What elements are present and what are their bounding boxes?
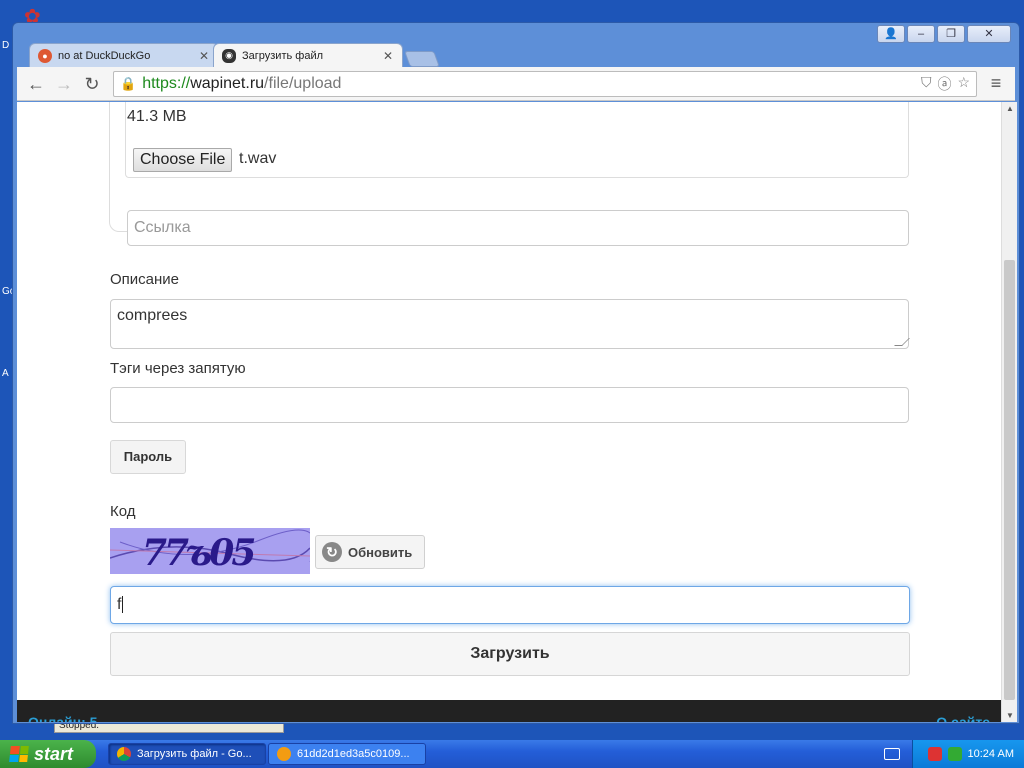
captcha-code-value: f xyxy=(117,596,122,613)
close-icon[interactable]: ✕ xyxy=(967,25,1011,43)
scroll-up-icon[interactable]: ▲ xyxy=(1006,104,1014,113)
translate-icon[interactable]: ⓐ xyxy=(937,74,951,94)
windows-flag-icon xyxy=(9,746,29,762)
captcha-image: 77ъ05 xyxy=(110,528,310,574)
start-label: start xyxy=(34,744,74,764)
refresh-captcha-button[interactable]: ↻ Обновить xyxy=(315,535,425,569)
url-path: /file/upload xyxy=(264,74,342,92)
shield-icon[interactable]: ⛉ xyxy=(921,74,932,94)
tab-upload[interactable]: ◉ Загрузить файл ✕ xyxy=(213,43,403,67)
network-icon[interactable] xyxy=(947,747,962,761)
menu-icon[interactable]: ≡ xyxy=(983,73,1009,94)
bookmark-star-icon[interactable]: ☆ xyxy=(957,74,970,94)
description-value: comprees xyxy=(117,307,188,324)
tab-title: Загрузить файл xyxy=(242,49,324,62)
back-arrow-icon[interactable]: ← xyxy=(23,71,49,97)
tags-input[interactable] xyxy=(110,387,909,423)
taskbar: start Загрузить файл - Go... 61dd2d1ed3a… xyxy=(0,740,1024,768)
antivirus-icon[interactable] xyxy=(927,747,942,761)
site-footer: Онлайн: 5 О сайте xyxy=(17,700,1001,722)
tab-close-icon[interactable]: ✕ xyxy=(198,49,210,63)
restore-icon[interactable]: ❐ xyxy=(937,25,965,43)
page-viewport: 41.3 MB Choose File t.wav Ссылка Описани… xyxy=(17,102,1001,722)
browser-window: 👤 – ❐ ✕ ● no at DuckDuckGo ✕ ◉ Загрузить… xyxy=(12,22,1020,724)
chrome-icon xyxy=(117,747,131,761)
user-icon[interactable]: 👤 xyxy=(877,25,905,43)
tab-duckduckgo[interactable]: ● no at DuckDuckGo ✕ xyxy=(29,43,219,67)
description-textarea[interactable]: comprees xyxy=(110,299,910,349)
file-size-text: 41.3 MB xyxy=(127,108,187,125)
online-count-link[interactable]: Онлайн: 5 xyxy=(28,714,97,722)
reload-icon[interactable]: ↻ xyxy=(79,71,105,97)
minimize-icon[interactable]: – xyxy=(907,25,935,43)
audio-file-icon xyxy=(277,747,291,761)
address-bar[interactable]: 🔒 https://wapinet.ru/file/upload ⛉ ⓐ ☆ xyxy=(113,70,977,97)
refresh-icon: ↻ xyxy=(322,542,342,562)
upload-submit-button[interactable]: Загрузить xyxy=(110,632,910,676)
refresh-label: Обновить xyxy=(348,544,413,560)
tab-title: no at DuckDuckGo xyxy=(58,49,151,62)
new-tab-button[interactable] xyxy=(404,51,440,67)
browser-toolbar: ← → ↻ 🔒 https://wapinet.ru/file/upload ⛉… xyxy=(17,67,1015,101)
tab-close-icon[interactable]: ✕ xyxy=(382,49,394,63)
chosen-file-name: t.wav xyxy=(239,150,277,167)
lock-icon: 🔒 xyxy=(120,75,137,91)
url-host: wapinet.ru xyxy=(190,74,265,92)
link-input[interactable]: Ссылка xyxy=(127,210,909,246)
vertical-scrollbar[interactable]: ▲ ▼ xyxy=(1001,102,1017,722)
duckduckgo-icon: ● xyxy=(38,48,52,63)
description-label: Описание xyxy=(110,271,180,288)
scroll-down-icon[interactable]: ▼ xyxy=(1006,711,1014,720)
desktop-icon-label[interactable]: D xyxy=(2,40,9,51)
window-controls: 👤 – ❐ ✕ xyxy=(877,25,1011,43)
omnibox-actions: ⛉ ⓐ ☆ xyxy=(921,74,970,94)
scroll-thumb[interactable] xyxy=(1004,260,1015,700)
url-scheme: https:// xyxy=(142,74,191,92)
page-content: 41.3 MB Choose File t.wav Ссылка Описани… xyxy=(17,102,1001,722)
clock: 10:24 AM xyxy=(967,748,1014,760)
taskbar-item-label: 61dd2d1ed3a5c0109... xyxy=(297,748,410,760)
text-caret: ​ xyxy=(122,596,124,613)
resize-grip-icon[interactable] xyxy=(894,338,910,346)
start-button[interactable]: start xyxy=(0,740,96,768)
captcha-code-input[interactable]: f​ xyxy=(110,586,910,624)
desktop-icon-label[interactable]: A xyxy=(2,368,9,379)
choose-file-button[interactable]: Choose File xyxy=(133,148,233,172)
code-label: Код xyxy=(110,503,136,520)
captcha-text: 77ъ05 xyxy=(142,532,256,574)
keyboard-icon[interactable] xyxy=(884,748,900,760)
forward-arrow-icon[interactable]: → xyxy=(51,71,77,97)
taskbar-item-browser[interactable]: Загрузить файл - Go... xyxy=(108,743,266,765)
about-link[interactable]: О сайте xyxy=(936,714,990,722)
tab-strip: ● no at DuckDuckGo ✕ ◉ Загрузить файл ✕ xyxy=(29,41,440,67)
system-tray: 10:24 AM xyxy=(912,740,1024,768)
password-button[interactable]: Пароль xyxy=(110,440,186,474)
tags-label: Тэги через запятую xyxy=(110,360,246,377)
eye-icon: ◉ xyxy=(222,48,236,63)
taskbar-item-audio[interactable]: 61dd2d1ed3a5c0109... xyxy=(268,743,426,765)
taskbar-item-label: Загрузить файл - Go... xyxy=(137,748,252,760)
